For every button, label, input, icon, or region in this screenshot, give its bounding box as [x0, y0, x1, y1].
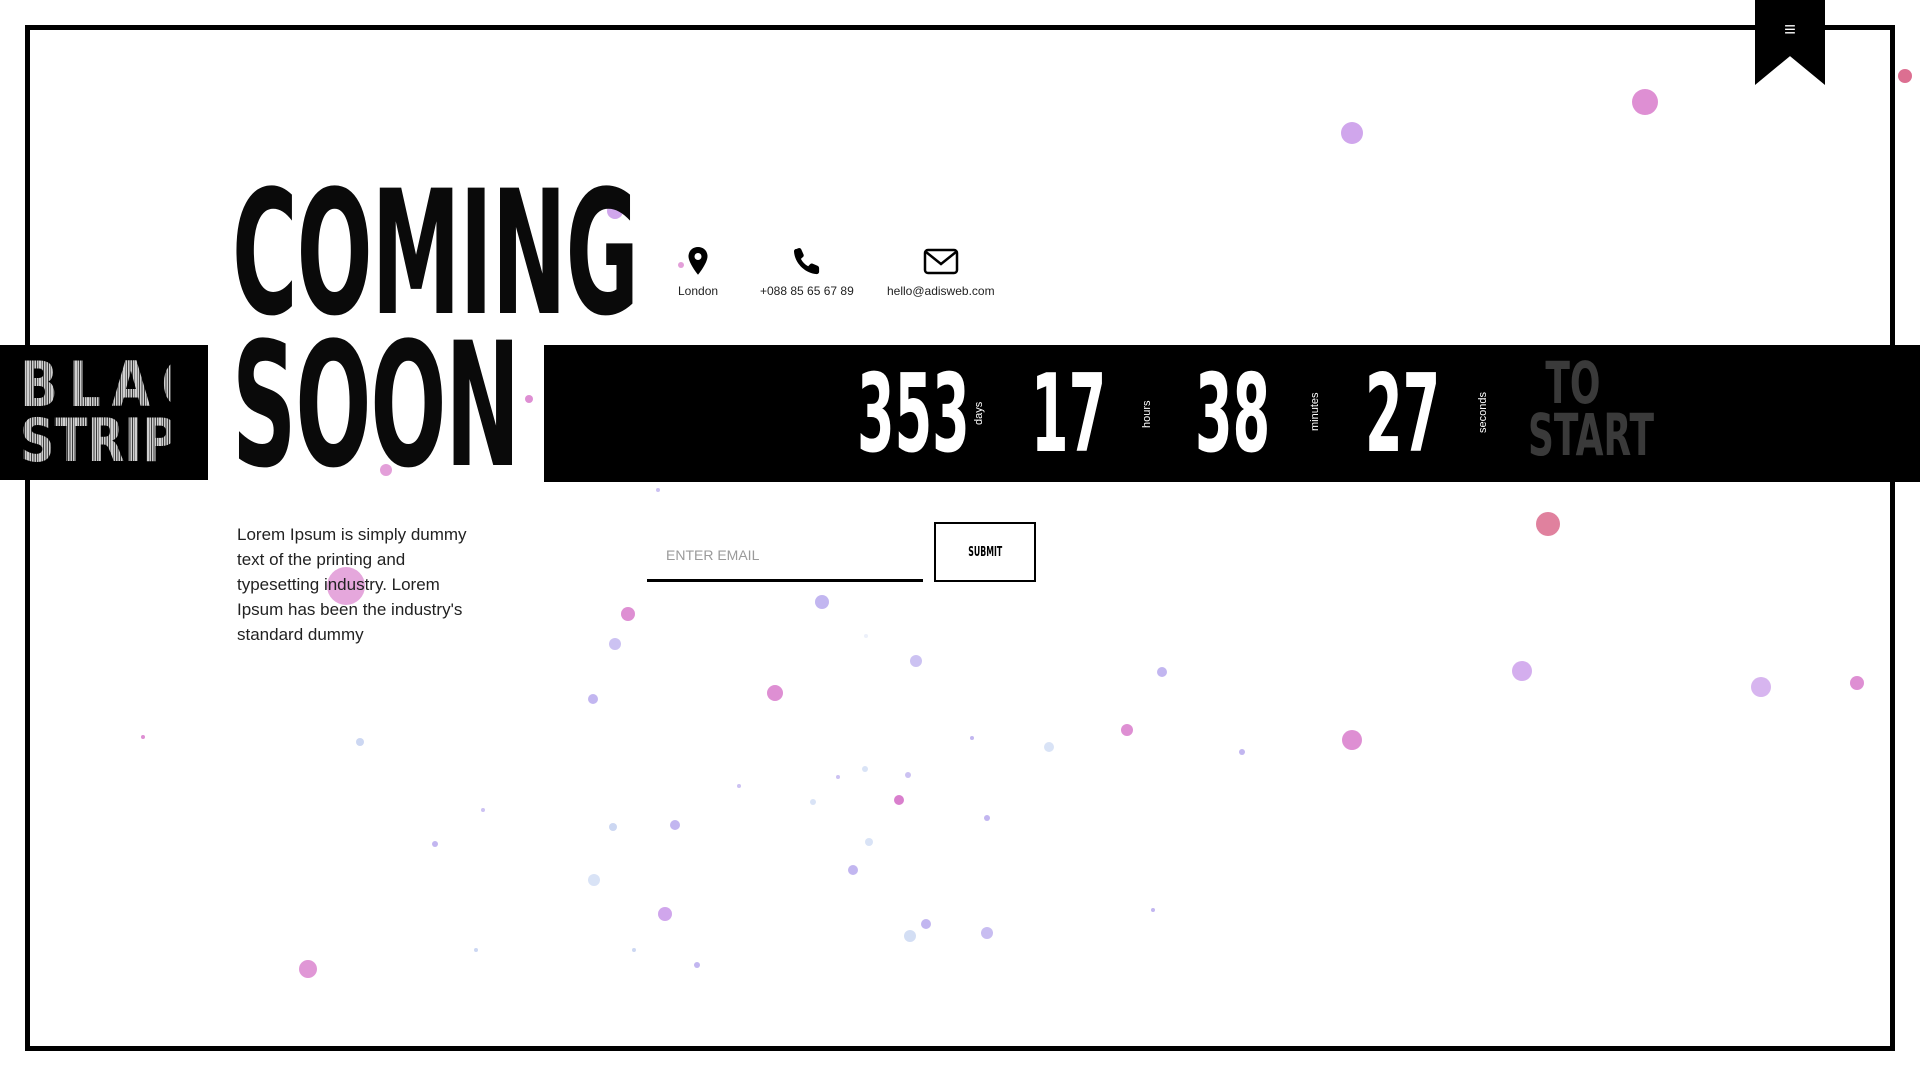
countdown-seconds-label: seconds	[1477, 392, 1489, 433]
countdown-hours-label: hours	[1141, 400, 1153, 428]
countdown-hours-value: 17	[1031, 352, 1107, 477]
countdown-days-label: days	[973, 401, 985, 425]
location-pin-icon	[688, 247, 708, 275]
submit-button[interactable]: SUBMIT	[934, 522, 1036, 582]
contact-phone-label: +088 85 65 67 89	[760, 284, 854, 298]
contact-email-label: hello@adisweb.com	[887, 284, 995, 298]
countdown-suffix-line-2: START	[1528, 401, 1655, 469]
email-input[interactable]	[647, 530, 923, 579]
countdown-days-value: 353	[857, 352, 970, 477]
description-text: Lorem Ipsum is simply dummy text of the …	[237, 525, 467, 644]
submit-button-label: SUBMIT	[968, 544, 1002, 560]
envelope-icon	[923, 248, 959, 275]
phone-icon	[793, 248, 819, 275]
contact-email[interactable]: hello@adisweb.com	[887, 246, 995, 298]
countdown-seconds-value: 27	[1365, 352, 1441, 477]
contact-location-label: London	[678, 284, 719, 298]
countdown-minutes-label: minutes	[1309, 392, 1321, 431]
countdown-timer: 353 days 17 hours 38 minutes 27 seconds …	[0, 345, 1920, 482]
contact-phone[interactable]: +088 85 65 67 89	[760, 246, 854, 298]
countdown-suffix: TO START	[1528, 354, 1655, 469]
email-field-wrapper	[647, 530, 923, 582]
countdown-minutes-value: 38	[1195, 352, 1271, 477]
particle	[1898, 69, 1912, 83]
contact-location[interactable]: London	[678, 246, 718, 298]
